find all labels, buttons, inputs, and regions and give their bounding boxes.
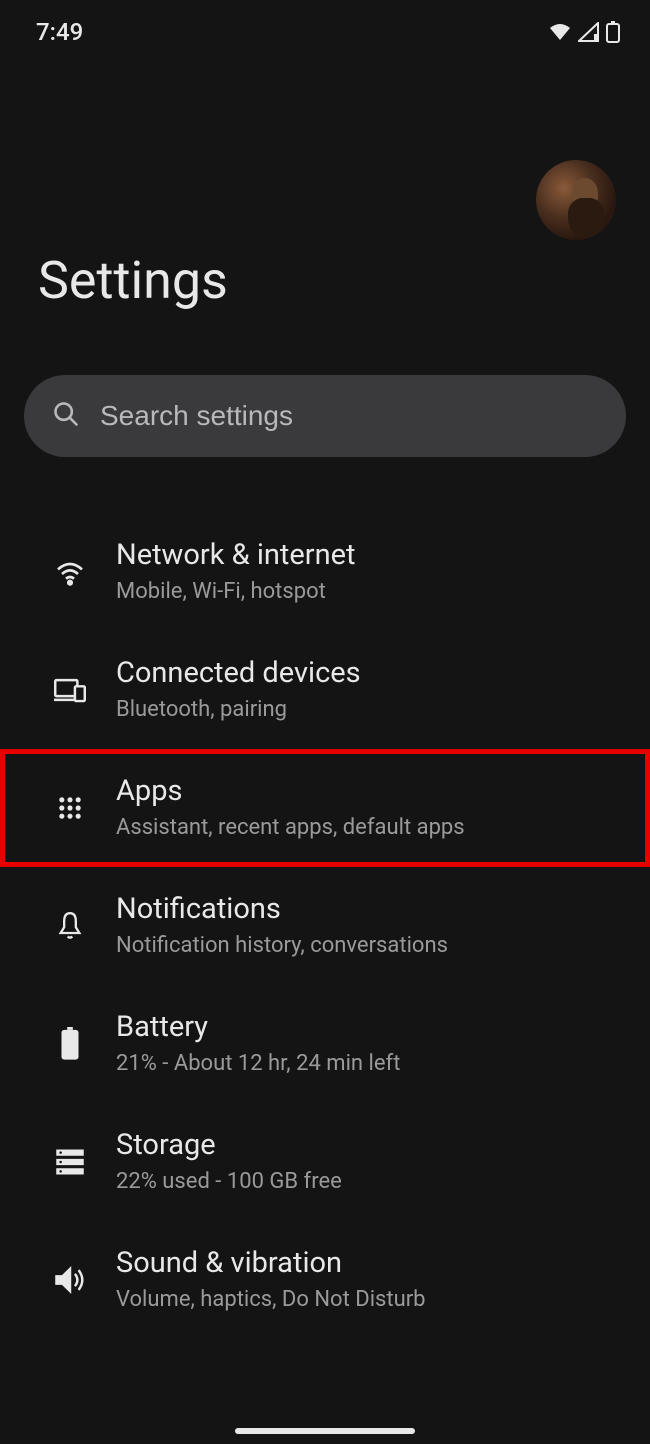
status-bar: 7:49 bbox=[0, 0, 650, 50]
search-input[interactable] bbox=[100, 400, 598, 432]
settings-item-title: Network & internet bbox=[116, 537, 355, 573]
settings-item-subtitle: Assistant, recent apps, default apps bbox=[116, 813, 465, 843]
sound-icon bbox=[54, 1264, 86, 1296]
settings-item-subtitle: Volume, haptics, Do Not Disturb bbox=[116, 1285, 426, 1315]
page-title: Settings bbox=[0, 240, 650, 311]
signal-status-icon bbox=[578, 22, 600, 42]
settings-item-apps[interactable]: Apps Assistant, recent apps, default app… bbox=[0, 749, 650, 867]
settings-item-title: Connected devices bbox=[116, 655, 361, 691]
navigation-handle[interactable] bbox=[235, 1428, 415, 1434]
settings-item-title: Battery bbox=[116, 1009, 400, 1045]
settings-item-storage[interactable]: Storage 22% used - 100 GB free bbox=[0, 1103, 650, 1221]
battery-icon bbox=[54, 1028, 86, 1060]
profile-avatar[interactable] bbox=[536, 160, 616, 240]
settings-item-title: Storage bbox=[116, 1127, 342, 1163]
settings-list: Network & internet Mobile, Wi-Fi, hotspo… bbox=[0, 457, 650, 1339]
wifi-status-icon bbox=[548, 22, 572, 42]
settings-item-sound[interactable]: Sound & vibration Volume, haptics, Do No… bbox=[0, 1221, 650, 1339]
settings-item-subtitle: 21% - About 12 hr, 24 min left bbox=[116, 1049, 400, 1079]
settings-item-subtitle: Mobile, Wi-Fi, hotspot bbox=[116, 577, 355, 607]
search-bar[interactable] bbox=[24, 375, 626, 457]
wifi-icon bbox=[54, 556, 86, 588]
settings-item-network[interactable]: Network & internet Mobile, Wi-Fi, hotspo… bbox=[0, 513, 650, 631]
settings-item-subtitle: Notification history, conversations bbox=[116, 931, 448, 961]
settings-item-subtitle: Bluetooth, pairing bbox=[116, 695, 361, 725]
settings-item-notifications[interactable]: Notifications Notification history, conv… bbox=[0, 867, 650, 985]
battery-status-icon bbox=[606, 21, 620, 43]
storage-icon bbox=[54, 1146, 86, 1178]
status-time: 7:49 bbox=[36, 18, 83, 46]
settings-item-title: Sound & vibration bbox=[116, 1245, 426, 1281]
settings-item-connected-devices[interactable]: Connected devices Bluetooth, pairing bbox=[0, 631, 650, 749]
search-icon bbox=[52, 400, 80, 432]
settings-item-title: Notifications bbox=[116, 891, 448, 927]
status-icons bbox=[548, 21, 620, 43]
settings-item-subtitle: 22% used - 100 GB free bbox=[116, 1167, 342, 1197]
devices-icon bbox=[54, 674, 86, 706]
apps-icon bbox=[54, 792, 86, 824]
settings-item-battery[interactable]: Battery 21% - About 12 hr, 24 min left bbox=[0, 985, 650, 1103]
bell-icon bbox=[54, 910, 86, 942]
settings-item-title: Apps bbox=[116, 773, 465, 809]
